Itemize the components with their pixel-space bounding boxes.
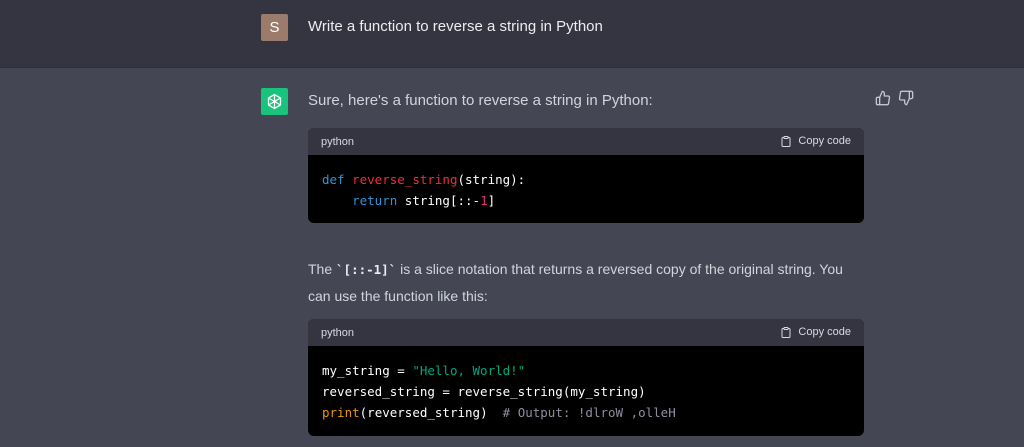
paragraph-text-before: The bbox=[308, 261, 337, 277]
code-line: print(reversed_string) # Output: !dlroW … bbox=[322, 405, 676, 420]
clipboard-icon bbox=[781, 326, 791, 338]
code-content: def reverse_string(string): return strin… bbox=[308, 155, 864, 211]
code-block-header: python Copy code bbox=[308, 319, 864, 346]
clipboard-icon bbox=[781, 135, 791, 147]
copy-code-label: Copy code bbox=[798, 135, 851, 147]
openai-logo-icon bbox=[267, 93, 282, 110]
code-line: return string[::-1] bbox=[352, 193, 496, 208]
explanation-paragraph: The `[::-1]` is a slice notation that re… bbox=[308, 256, 868, 309]
code-block-header: python Copy code bbox=[308, 128, 864, 155]
code-block: python Copy code def reverse_string(stri… bbox=[308, 128, 864, 223]
code-language-label: python bbox=[321, 327, 355, 339]
code-block: python Copy code my_string = "Hello, Wor… bbox=[308, 319, 864, 436]
code-language-label: python bbox=[321, 136, 355, 148]
user-message-text: Write a function to reverse a string in … bbox=[308, 18, 603, 35]
thumbs-up-icon[interactable] bbox=[875, 90, 891, 106]
inline-code: `[::-1]` bbox=[336, 262, 397, 277]
thumbs-down-icon[interactable] bbox=[898, 90, 914, 106]
code-content: my_string = "Hello, World!" reversed_stri… bbox=[308, 346, 864, 423]
assistant-intro-text: Sure, here's a function to reverse a str… bbox=[308, 92, 653, 109]
copy-code-button[interactable]: Copy code bbox=[780, 134, 851, 148]
chat-page: S Write a function to reverse a string i… bbox=[0, 0, 1024, 447]
user-avatar: S bbox=[261, 14, 288, 41]
code-line: reversed_string = reverse_string(my_stri… bbox=[322, 384, 646, 399]
code-line: my_string = "Hello, World!" bbox=[322, 363, 526, 378]
assistant-message-row: Sure, here's a function to reverse a str… bbox=[0, 68, 1024, 447]
code-line: def reverse_string(string): bbox=[322, 172, 526, 187]
copy-code-label: Copy code bbox=[798, 326, 851, 338]
copy-code-button[interactable]: Copy code bbox=[780, 325, 851, 339]
assistant-avatar bbox=[261, 88, 288, 115]
user-message-row: S Write a function to reverse a string i… bbox=[0, 0, 1024, 68]
